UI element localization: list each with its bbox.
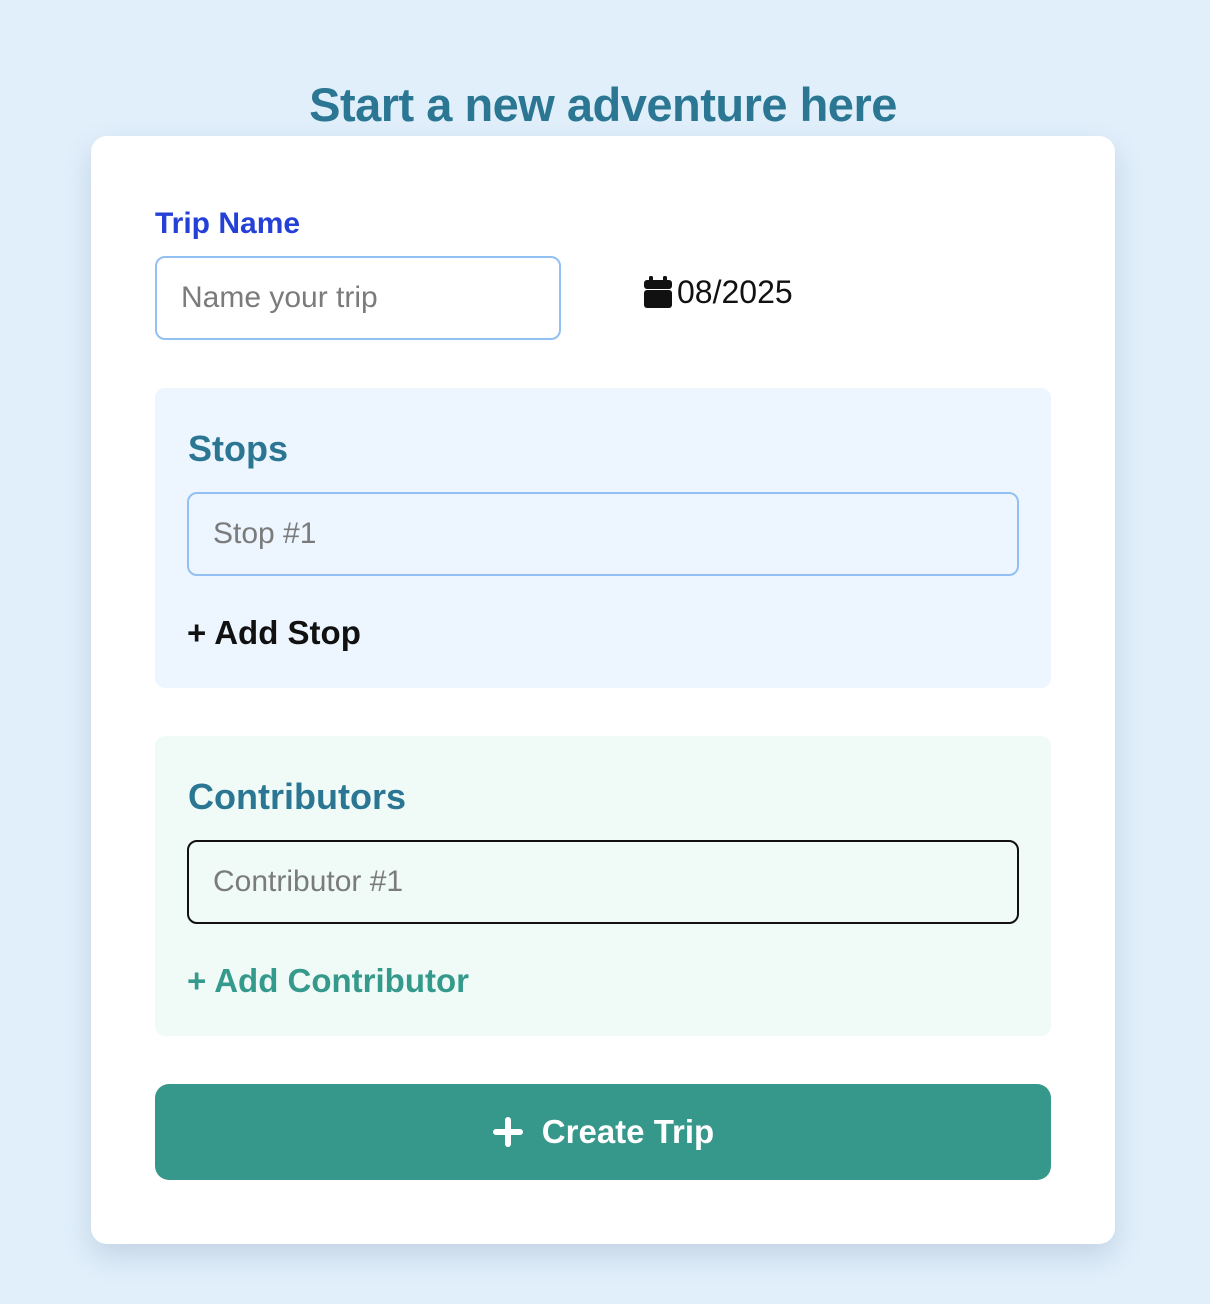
trip-date-picker[interactable]: 08/2025 xyxy=(644,272,793,312)
add-stop-button[interactable]: + Add Stop xyxy=(187,612,361,654)
page-title: Start a new adventure here xyxy=(309,78,897,131)
contributors-title: Contributors xyxy=(188,776,406,817)
stop-input-1[interactable] xyxy=(187,492,1019,576)
plus-icon xyxy=(492,1117,523,1147)
trip-name-input[interactable] xyxy=(155,256,561,340)
calendar-icon xyxy=(644,276,672,308)
trip-date-value: 08/2025 xyxy=(677,274,793,310)
create-trip-label: Create Trip xyxy=(541,1113,715,1150)
stops-title: Stops xyxy=(188,428,289,469)
contributor-input-1[interactable] xyxy=(187,840,1019,924)
new-trip-form-card: Trip Name 08/2025 Stops + Add Stop Contr… xyxy=(91,136,1115,1244)
add-contributor-button[interactable]: + Add Contributor xyxy=(187,960,469,1002)
trip-name-label: Trip Name xyxy=(155,207,301,240)
stops-section: Stops + Add Stop xyxy=(155,388,1051,688)
create-trip-button[interactable]: Create Trip xyxy=(155,1084,1051,1180)
contributors-section: Contributors + Add Contributor xyxy=(155,736,1051,1036)
